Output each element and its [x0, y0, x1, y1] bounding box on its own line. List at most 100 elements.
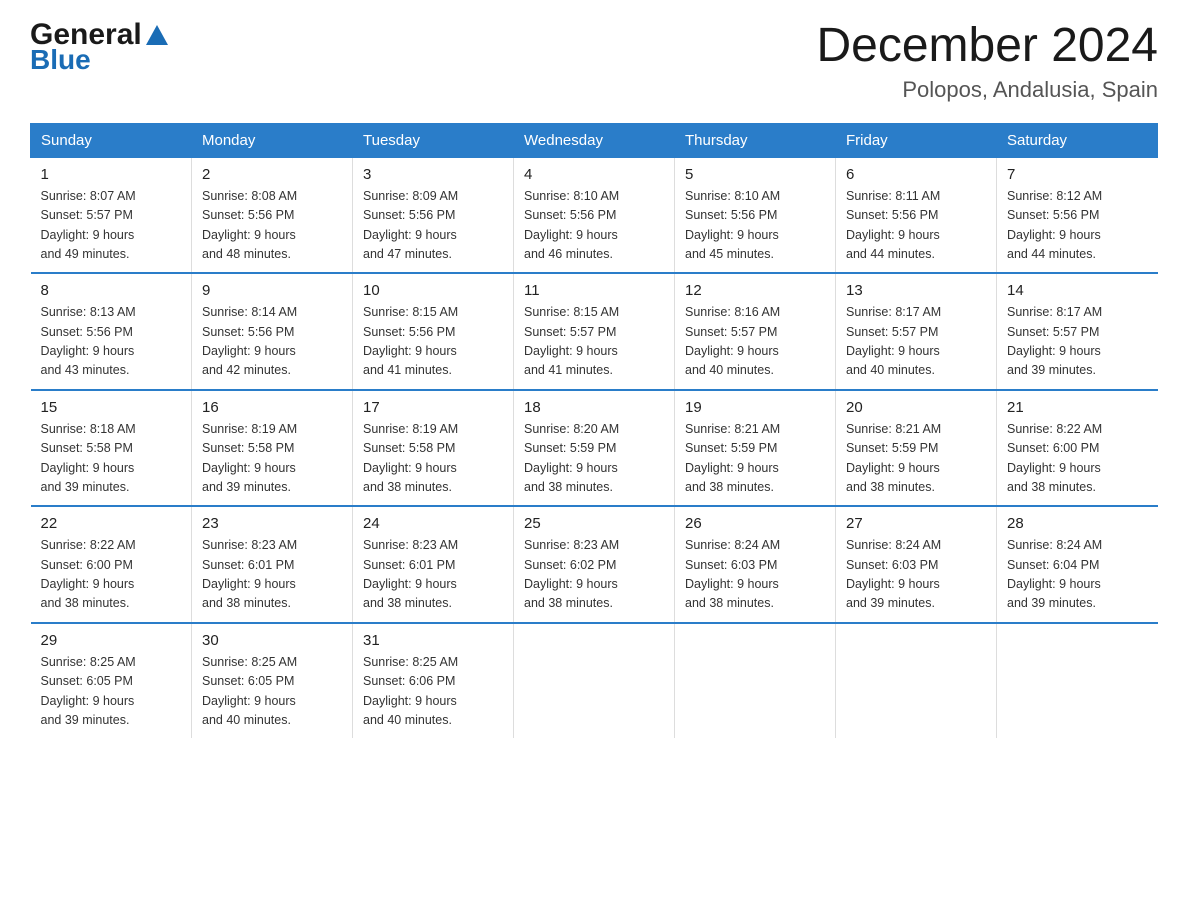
- day-number: 17: [363, 399, 503, 416]
- day-number: 5: [685, 166, 825, 183]
- logo: General Blue: [30, 20, 168, 74]
- day-number: 4: [524, 166, 664, 183]
- calendar-cell: 23 Sunrise: 8:23 AM Sunset: 6:01 PM Dayl…: [192, 506, 353, 623]
- day-number: 1: [41, 166, 182, 183]
- calendar-cell: [675, 623, 836, 739]
- col-saturday: Saturday: [997, 123, 1158, 157]
- day-number: 18: [524, 399, 664, 416]
- calendar-header-row: Sunday Monday Tuesday Wednesday Thursday…: [31, 123, 1158, 157]
- col-wednesday: Wednesday: [514, 123, 675, 157]
- day-info: Sunrise: 8:24 AM Sunset: 6:03 PM Dayligh…: [846, 536, 986, 614]
- day-info: Sunrise: 8:11 AM Sunset: 5:56 PM Dayligh…: [846, 187, 986, 265]
- calendar-title: December 2024: [816, 20, 1158, 73]
- day-info: Sunrise: 8:25 AM Sunset: 6:06 PM Dayligh…: [363, 653, 503, 731]
- calendar-cell: [836, 623, 997, 739]
- week-row-1: 1 Sunrise: 8:07 AM Sunset: 5:57 PM Dayli…: [31, 157, 1158, 273]
- day-info: Sunrise: 8:25 AM Sunset: 6:05 PM Dayligh…: [202, 653, 342, 731]
- day-number: 21: [1007, 399, 1148, 416]
- calendar-cell: 19 Sunrise: 8:21 AM Sunset: 5:59 PM Dayl…: [675, 390, 836, 507]
- week-row-4: 22 Sunrise: 8:22 AM Sunset: 6:00 PM Dayl…: [31, 506, 1158, 623]
- day-info: Sunrise: 8:25 AM Sunset: 6:05 PM Dayligh…: [41, 653, 182, 731]
- calendar-cell: 10 Sunrise: 8:15 AM Sunset: 5:56 PM Dayl…: [353, 273, 514, 390]
- calendar-cell: 22 Sunrise: 8:22 AM Sunset: 6:00 PM Dayl…: [31, 506, 192, 623]
- calendar-cell: 6 Sunrise: 8:11 AM Sunset: 5:56 PM Dayli…: [836, 157, 997, 273]
- day-number: 10: [363, 282, 503, 299]
- calendar-cell: 7 Sunrise: 8:12 AM Sunset: 5:56 PM Dayli…: [997, 157, 1158, 273]
- calendar-cell: 15 Sunrise: 8:18 AM Sunset: 5:58 PM Dayl…: [31, 390, 192, 507]
- day-info: Sunrise: 8:10 AM Sunset: 5:56 PM Dayligh…: [685, 187, 825, 265]
- calendar-cell: 20 Sunrise: 8:21 AM Sunset: 5:59 PM Dayl…: [836, 390, 997, 507]
- day-number: 14: [1007, 282, 1148, 299]
- day-number: 25: [524, 515, 664, 532]
- col-sunday: Sunday: [31, 123, 192, 157]
- week-row-2: 8 Sunrise: 8:13 AM Sunset: 5:56 PM Dayli…: [31, 273, 1158, 390]
- day-number: 9: [202, 282, 342, 299]
- calendar-cell: 13 Sunrise: 8:17 AM Sunset: 5:57 PM Dayl…: [836, 273, 997, 390]
- calendar-cell: [514, 623, 675, 739]
- day-info: Sunrise: 8:22 AM Sunset: 6:00 PM Dayligh…: [41, 536, 182, 614]
- logo-blue-text: Blue: [30, 46, 168, 74]
- day-info: Sunrise: 8:14 AM Sunset: 5:56 PM Dayligh…: [202, 303, 342, 381]
- week-row-5: 29 Sunrise: 8:25 AM Sunset: 6:05 PM Dayl…: [31, 623, 1158, 739]
- day-info: Sunrise: 8:10 AM Sunset: 5:56 PM Dayligh…: [524, 187, 664, 265]
- calendar-cell: 14 Sunrise: 8:17 AM Sunset: 5:57 PM Dayl…: [997, 273, 1158, 390]
- day-info: Sunrise: 8:23 AM Sunset: 6:02 PM Dayligh…: [524, 536, 664, 614]
- col-monday: Monday: [192, 123, 353, 157]
- day-number: 15: [41, 399, 182, 416]
- day-number: 7: [1007, 166, 1148, 183]
- calendar-cell: 24 Sunrise: 8:23 AM Sunset: 6:01 PM Dayl…: [353, 506, 514, 623]
- calendar-cell: 18 Sunrise: 8:20 AM Sunset: 5:59 PM Dayl…: [514, 390, 675, 507]
- calendar-cell: 3 Sunrise: 8:09 AM Sunset: 5:56 PM Dayli…: [353, 157, 514, 273]
- calendar-cell: 5 Sunrise: 8:10 AM Sunset: 5:56 PM Dayli…: [675, 157, 836, 273]
- day-info: Sunrise: 8:21 AM Sunset: 5:59 PM Dayligh…: [846, 420, 986, 498]
- calendar-cell: 2 Sunrise: 8:08 AM Sunset: 5:56 PM Dayli…: [192, 157, 353, 273]
- calendar-cell: 4 Sunrise: 8:10 AM Sunset: 5:56 PM Dayli…: [514, 157, 675, 273]
- calendar-cell: 11 Sunrise: 8:15 AM Sunset: 5:57 PM Dayl…: [514, 273, 675, 390]
- calendar-cell: 17 Sunrise: 8:19 AM Sunset: 5:58 PM Dayl…: [353, 390, 514, 507]
- day-info: Sunrise: 8:23 AM Sunset: 6:01 PM Dayligh…: [363, 536, 503, 614]
- day-info: Sunrise: 8:19 AM Sunset: 5:58 PM Dayligh…: [202, 420, 342, 498]
- day-number: 3: [363, 166, 503, 183]
- calendar-cell: 28 Sunrise: 8:24 AM Sunset: 6:04 PM Dayl…: [997, 506, 1158, 623]
- day-number: 26: [685, 515, 825, 532]
- calendar-cell: 31 Sunrise: 8:25 AM Sunset: 6:06 PM Dayl…: [353, 623, 514, 739]
- day-number: 13: [846, 282, 986, 299]
- day-number: 24: [363, 515, 503, 532]
- col-friday: Friday: [836, 123, 997, 157]
- page-header: General Blue December 2024 Polopos, Anda…: [30, 20, 1158, 103]
- col-tuesday: Tuesday: [353, 123, 514, 157]
- day-number: 11: [524, 282, 664, 299]
- day-info: Sunrise: 8:24 AM Sunset: 6:04 PM Dayligh…: [1007, 536, 1148, 614]
- day-info: Sunrise: 8:21 AM Sunset: 5:59 PM Dayligh…: [685, 420, 825, 498]
- week-row-3: 15 Sunrise: 8:18 AM Sunset: 5:58 PM Dayl…: [31, 390, 1158, 507]
- day-info: Sunrise: 8:15 AM Sunset: 5:56 PM Dayligh…: [363, 303, 503, 381]
- calendar-subtitle: Polopos, Andalusia, Spain: [816, 77, 1158, 103]
- day-number: 28: [1007, 515, 1148, 532]
- calendar-cell: 1 Sunrise: 8:07 AM Sunset: 5:57 PM Dayli…: [31, 157, 192, 273]
- calendar-cell: 9 Sunrise: 8:14 AM Sunset: 5:56 PM Dayli…: [192, 273, 353, 390]
- day-info: Sunrise: 8:09 AM Sunset: 5:56 PM Dayligh…: [363, 187, 503, 265]
- day-number: 20: [846, 399, 986, 416]
- calendar-cell: 26 Sunrise: 8:24 AM Sunset: 6:03 PM Dayl…: [675, 506, 836, 623]
- col-thursday: Thursday: [675, 123, 836, 157]
- day-number: 23: [202, 515, 342, 532]
- day-info: Sunrise: 8:24 AM Sunset: 6:03 PM Dayligh…: [685, 536, 825, 614]
- day-number: 30: [202, 632, 342, 649]
- day-info: Sunrise: 8:17 AM Sunset: 5:57 PM Dayligh…: [1007, 303, 1148, 381]
- calendar-cell: [997, 623, 1158, 739]
- day-info: Sunrise: 8:08 AM Sunset: 5:56 PM Dayligh…: [202, 187, 342, 265]
- day-number: 22: [41, 515, 182, 532]
- day-info: Sunrise: 8:18 AM Sunset: 5:58 PM Dayligh…: [41, 420, 182, 498]
- day-info: Sunrise: 8:20 AM Sunset: 5:59 PM Dayligh…: [524, 420, 664, 498]
- day-info: Sunrise: 8:23 AM Sunset: 6:01 PM Dayligh…: [202, 536, 342, 614]
- calendar-cell: 21 Sunrise: 8:22 AM Sunset: 6:00 PM Dayl…: [997, 390, 1158, 507]
- day-number: 29: [41, 632, 182, 649]
- day-number: 2: [202, 166, 342, 183]
- day-number: 31: [363, 632, 503, 649]
- calendar-cell: 27 Sunrise: 8:24 AM Sunset: 6:03 PM Dayl…: [836, 506, 997, 623]
- calendar-cell: 29 Sunrise: 8:25 AM Sunset: 6:05 PM Dayl…: [31, 623, 192, 739]
- calendar-cell: 16 Sunrise: 8:19 AM Sunset: 5:58 PM Dayl…: [192, 390, 353, 507]
- day-info: Sunrise: 8:07 AM Sunset: 5:57 PM Dayligh…: [41, 187, 182, 265]
- title-area: December 2024 Polopos, Andalusia, Spain: [816, 20, 1158, 103]
- day-info: Sunrise: 8:17 AM Sunset: 5:57 PM Dayligh…: [846, 303, 986, 381]
